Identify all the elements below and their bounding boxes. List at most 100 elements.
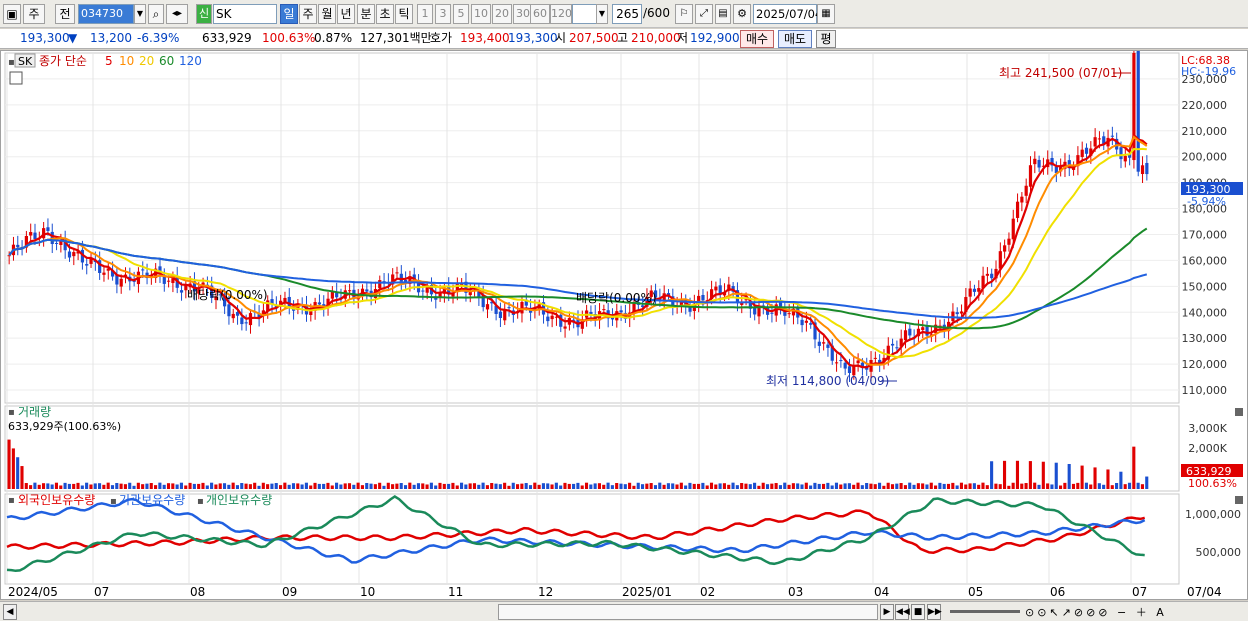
save-icon[interactable]: ▤	[715, 4, 731, 24]
interval-20[interactable]: 20	[492, 4, 512, 24]
candle-body	[972, 288, 977, 292]
volume-bar	[572, 483, 576, 489]
change-arrow: ▼	[68, 31, 78, 45]
scroll-bar[interactable]: ◀ ▶ ◀◀ ■ ▶▶ ⊙⊙↖↗⊘⊘⊘ − ＋ A	[0, 601, 1248, 621]
chart-svg[interactable]: SK ▪ 종가 단순 5 10 20 60 120 LC:68.38 HC:-1…	[1, 43, 1247, 599]
candle-body	[102, 272, 106, 275]
volume-bar	[37, 484, 41, 489]
buy-button[interactable]: 매수	[740, 30, 774, 48]
code-input[interactable]: 034730	[78, 4, 134, 24]
market-select[interactable]: 주	[23, 4, 45, 24]
interval-3[interactable]: 3	[435, 4, 451, 24]
period-tick[interactable]: 틱	[395, 4, 413, 24]
ma10-label: 10	[119, 54, 134, 68]
volume-bar	[63, 482, 67, 489]
x-tick: 03	[788, 585, 803, 599]
sell-button[interactable]: 매도	[778, 30, 812, 48]
price-tick: 210,000	[1182, 125, 1228, 138]
volume-bar	[102, 484, 106, 489]
hold-tick-500k: 500,000	[1196, 546, 1242, 559]
candle-body	[834, 362, 839, 364]
volume-bar	[391, 484, 395, 489]
volume-bar	[550, 484, 554, 489]
first-icon[interactable]: ◀◀	[895, 604, 910, 620]
date-input[interactable]: 2025/07/04	[753, 4, 822, 24]
hold-close-icon[interactable]	[1235, 496, 1243, 504]
count-input[interactable]: 265	[612, 4, 642, 24]
volume-bar	[744, 483, 748, 489]
candle-body	[1119, 147, 1123, 160]
volume-bar	[593, 483, 597, 489]
eval-button[interactable]: 평	[816, 30, 836, 48]
volume-bar	[826, 482, 830, 489]
candle-body	[817, 341, 821, 346]
scroll-right-icon[interactable]: ▶	[880, 604, 894, 620]
volume-bar	[774, 483, 778, 489]
volume-bar	[425, 484, 429, 489]
volume-bar	[210, 482, 214, 489]
vol-close-icon[interactable]	[1235, 408, 1243, 416]
hoga-label: 호가	[430, 31, 453, 45]
legend-individual: 개인보유수량	[206, 493, 272, 507]
period-minute[interactable]: 분	[357, 4, 375, 24]
interval-dropdown-icon[interactable]: ▼	[596, 4, 608, 24]
volume-bar	[421, 483, 425, 489]
volume-bar	[326, 482, 330, 489]
candle-body	[1132, 53, 1136, 161]
table-toggle-icon[interactable]	[9, 71, 23, 85]
volume-bar	[287, 484, 291, 489]
interval-1[interactable]: 1	[417, 4, 433, 24]
volume-bar	[908, 482, 912, 489]
candle-body	[1080, 149, 1084, 157]
candle-body	[757, 307, 761, 317]
interval-5[interactable]: 5	[453, 4, 469, 24]
last-icon[interactable]: ▶▶	[927, 604, 942, 620]
tool-icons[interactable]: ⊙⊙↖↗⊘⊘⊘ − ＋ A	[1025, 604, 1167, 620]
period-year[interactable]: 년	[337, 4, 355, 24]
period-month[interactable]: 월	[318, 4, 336, 24]
volume-bar	[817, 483, 821, 489]
volume-bar	[791, 483, 795, 489]
code-dropdown-icon[interactable]: ▼	[134, 4, 146, 24]
volume-bar	[959, 482, 963, 489]
stock-name-field[interactable]: SK	[213, 4, 277, 24]
volume-bar	[731, 482, 735, 489]
high-price: 210,000	[631, 31, 681, 45]
interval-120[interactable]: 120	[550, 4, 572, 24]
candle-body	[309, 311, 313, 316]
turnover-rate: 0.87%	[314, 31, 353, 45]
candle-body	[227, 304, 231, 317]
calendar-icon[interactable]: ▦	[817, 4, 835, 24]
volume-bar	[123, 484, 127, 489]
search-icon[interactable]: ⌕	[148, 4, 164, 24]
candle-body	[1110, 135, 1114, 137]
layout-icon[interactable]: ▣	[3, 4, 21, 24]
draw-tool-icon[interactable]: ⤢	[695, 4, 713, 24]
gear-icon[interactable]: ⚙	[733, 4, 751, 24]
volume-bar	[360, 485, 364, 489]
period-day[interactable]: 일	[280, 4, 298, 24]
volume-bar	[29, 485, 33, 489]
interval-10[interactable]: 10	[471, 4, 491, 24]
period-second[interactable]: 초	[376, 4, 394, 24]
chart-area[interactable]: SK ▪ 종가 단순 5 10 20 60 120 LC:68.38 HC:-1…	[0, 43, 1248, 600]
prev-button[interactable]: 전	[55, 4, 75, 24]
legend-foreign: 외국인보유수량	[18, 493, 95, 507]
volume-bar	[451, 482, 455, 489]
volume-bar	[304, 482, 308, 489]
scroll-thumb[interactable]	[498, 604, 878, 620]
volume-bar	[97, 483, 102, 489]
chart-type-icon[interactable]: ⚐	[675, 4, 693, 24]
volume-bar	[416, 483, 421, 489]
speaker-icon[interactable]: ◂▸	[166, 4, 188, 24]
interval-60[interactable]: 60	[530, 4, 550, 24]
period-week[interactable]: 주	[299, 4, 317, 24]
price-tick: 220,000	[1182, 99, 1228, 112]
candle-body	[244, 322, 248, 324]
stop-icon[interactable]: ■	[911, 604, 925, 620]
zoom-slider[interactable]	[950, 610, 1020, 613]
volume-bar	[615, 483, 619, 489]
scroll-left-icon[interactable]: ◀	[3, 604, 17, 620]
candle-body	[701, 294, 705, 301]
candle-body	[959, 311, 964, 314]
